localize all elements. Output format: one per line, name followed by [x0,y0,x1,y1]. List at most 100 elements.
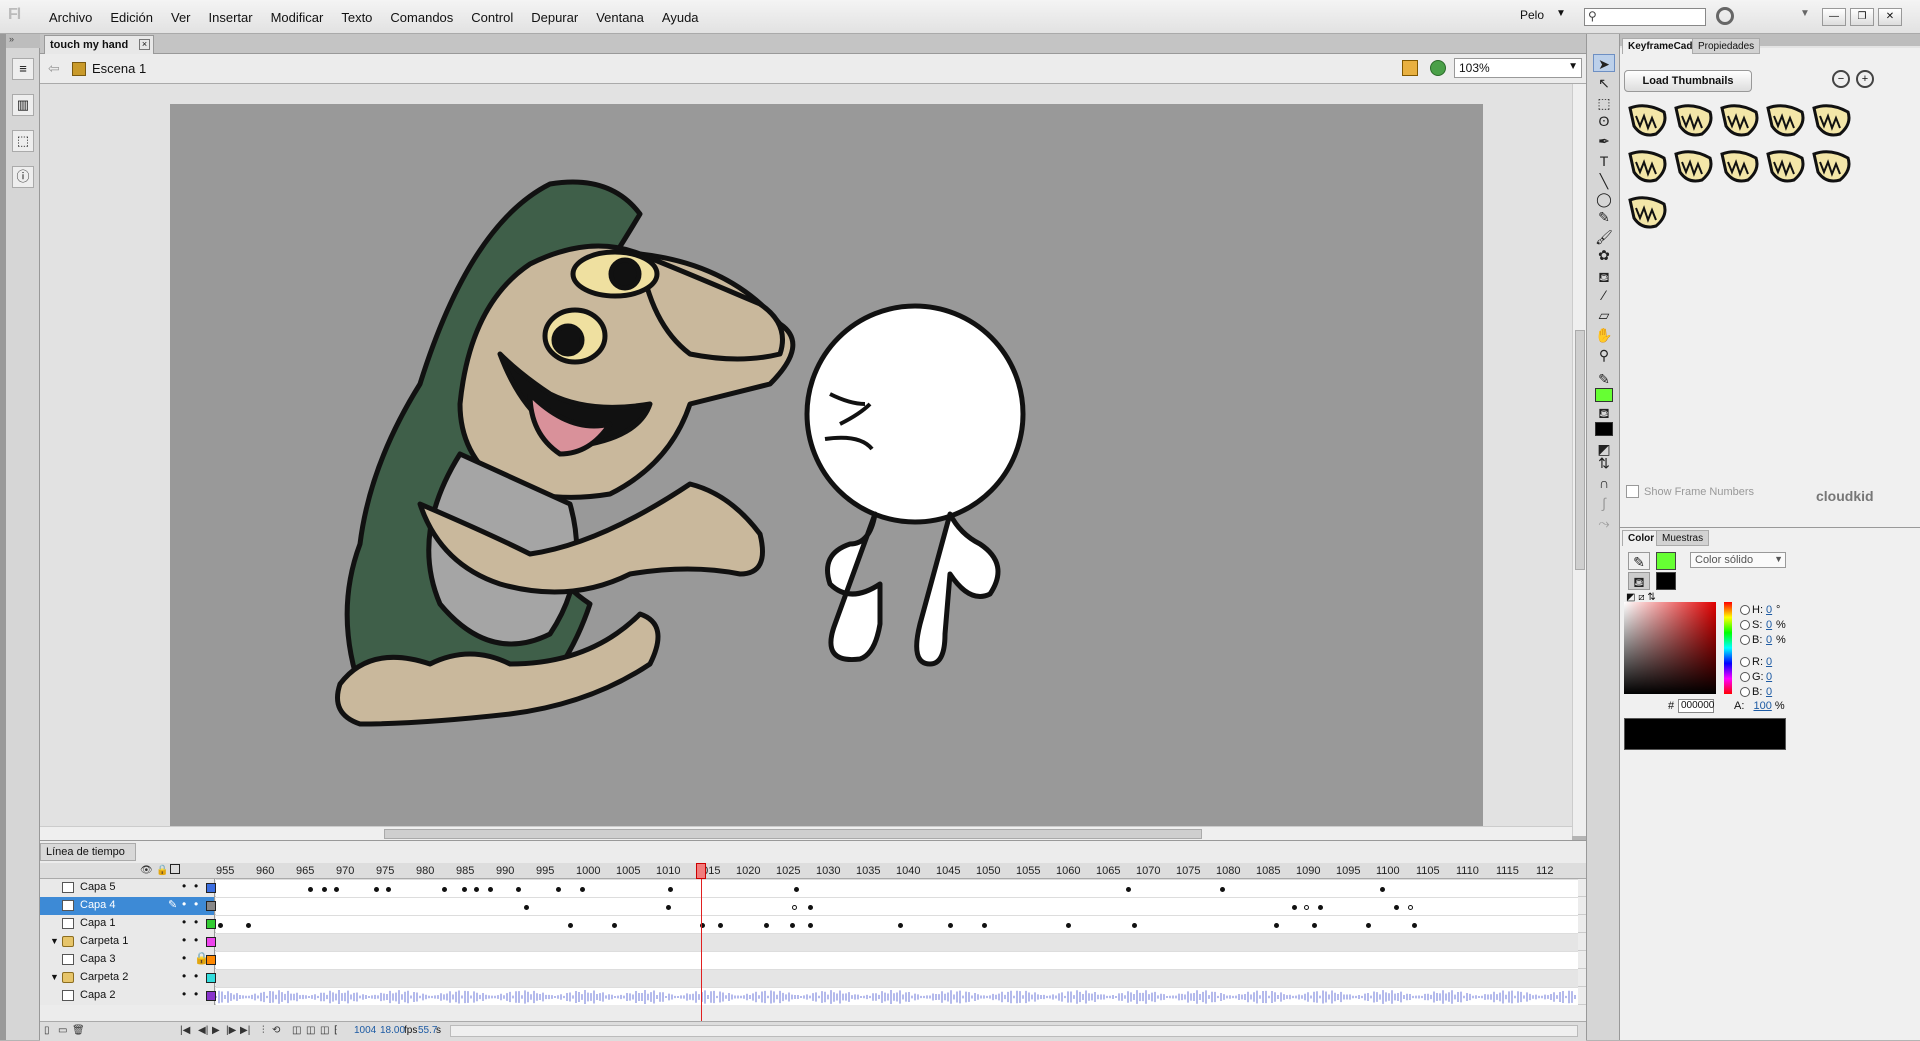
layer-frames[interactable] [216,897,1578,915]
mouth-thumbnail[interactable] [1626,144,1670,188]
load-thumbnails-button[interactable]: Load Thumbnails [1624,70,1752,92]
center-frame-icon[interactable]: ⫶ [262,1025,265,1036]
keyframe[interactable] [1412,923,1417,928]
layer-name[interactable]: Capa 4 [80,899,115,911]
scroll-thumb[interactable] [384,829,1202,839]
maximize-button[interactable]: ❐ [1850,8,1874,26]
stroke-swatch[interactable] [1656,552,1676,570]
hex-input[interactable]: 000000 [1678,699,1714,713]
layer-color-swatch[interactable] [206,973,216,983]
keyframe[interactable] [524,905,529,910]
minimize-button[interactable]: — [1822,8,1846,26]
zoom-tool-icon[interactable]: ⚲ [1593,346,1615,364]
layer-name-cell[interactable]: Capa 2 • • [40,987,216,1005]
layer-row[interactable]: Capa 2 • • [40,987,1586,1005]
layer-name-cell[interactable]: ▼ Carpeta 2 • • [40,969,216,987]
layer-color-swatch[interactable] [206,937,216,947]
layer-frames[interactable] [216,987,1578,1005]
keyframe[interactable] [516,887,521,892]
alpha-row[interactable]: A: 100 % [1734,700,1785,712]
layer-row[interactable]: Capa 1 • • [40,915,1586,933]
stage-vertical-scrollbar[interactable] [1572,84,1586,836]
layer-name[interactable]: Capa 5 [80,881,115,893]
fill-color-swatch[interactable] [1595,422,1613,436]
menu-2[interactable]: Ver [162,10,200,25]
lock-dot-icon[interactable]: • [194,987,198,1001]
line-tool-icon[interactable]: ╲ [1593,172,1615,190]
layer-row[interactable]: ▼ Carpeta 2 • • [40,969,1586,987]
fill-bucket-icon[interactable]: ⛾ [1628,572,1650,590]
keyframe[interactable] [666,905,671,910]
menu-6[interactable]: Comandos [381,10,462,25]
layer-frames[interactable] [216,915,1578,933]
layer-row[interactable]: Capa 4 ✎ • • [40,897,1586,915]
keyframe[interactable] [790,923,795,928]
layer-color-swatch[interactable] [206,883,216,893]
layer-color-swatch[interactable] [206,955,216,965]
outline-icon[interactable] [170,864,180,874]
green-radio[interactable] [1740,672,1750,682]
eraser-tool-icon[interactable]: ▱ [1593,306,1615,324]
library-icon[interactable]: ▥ [12,94,34,116]
tab-propiedades[interactable]: Propiedades [1692,38,1761,54]
layer-name[interactable]: Capa 1 [80,917,115,929]
keyframe[interactable] [488,887,493,892]
keyframe[interactable] [462,887,467,892]
stage-horizontal-scrollbar[interactable] [40,826,1572,840]
new-folder-icon[interactable]: ▭ [58,1025,67,1036]
info-icon[interactable]: ⓘ [12,166,34,188]
keyframe[interactable] [474,887,479,892]
keyframe[interactable] [442,887,447,892]
keyframe[interactable] [1408,905,1413,910]
lock-dot-icon[interactable]: • [194,933,198,947]
subselection-tool-icon[interactable]: ↖ [1593,74,1615,92]
keyframe[interactable] [1126,887,1131,892]
stroke-color-swatch[interactable] [1595,388,1613,402]
mouth-thumbnail[interactable] [1626,190,1670,234]
menu-7[interactable]: Control [462,10,522,25]
alpha-value[interactable]: 100 [1753,700,1771,712]
snap-magnet-icon[interactable]: ∩ [1593,474,1615,492]
workspace-selector[interactable]: Pelo [1520,8,1544,22]
deco-tool-icon[interactable]: ✿ [1593,246,1615,264]
chevron-down-icon[interactable]: ▼ [1556,8,1566,19]
lock-dot-icon[interactable]: • [194,897,198,911]
step-back-icon[interactable]: ◀| [198,1025,208,1036]
menu-9[interactable]: Ventana [587,10,653,25]
first-frame-icon[interactable]: |◀ [180,1025,190,1036]
align-icon[interactable]: ≡ [12,58,34,80]
back-arrow-icon[interactable]: ⇦ [48,60,60,77]
layer-name[interactable]: Capa 3 [80,953,115,965]
blue-radio[interactable] [1740,687,1750,697]
timeline-horizontal-scrollbar[interactable] [450,1025,1578,1037]
layer-name-cell[interactable]: Capa 1 • • [40,915,216,933]
expand-triangle-icon[interactable]: ▼ [50,936,59,946]
tab-color[interactable]: Color [1622,530,1661,546]
layer-name-cell[interactable]: ▼ Carpeta 1 • • [40,933,216,951]
straighten-icon[interactable]: ⤳ [1593,514,1615,532]
layer-name-cell[interactable]: Capa 4 ✎ • • [40,897,216,915]
layer-name[interactable]: Carpeta 1 [80,935,128,947]
layer-row[interactable]: Capa 5 • • [40,879,1586,897]
mouth-thumbnail[interactable] [1764,144,1808,188]
mouth-thumbnail[interactable] [1718,144,1762,188]
close-icon[interactable]: × [139,39,150,50]
current-frame[interactable]: 1004 [354,1025,376,1036]
menu-8[interactable]: Depurar [522,10,587,25]
mouth-thumbnail[interactable] [1672,98,1716,142]
stage-artwork[interactable] [170,104,1483,827]
onion-markers-icon[interactable]: ⁅ [334,1025,338,1036]
saturation-radio[interactable] [1740,620,1750,630]
hue-value[interactable]: 0 [1766,604,1772,616]
new-layer-icon[interactable]: ▯ [44,1025,50,1036]
last-frame-icon[interactable]: ▶| [240,1025,250,1036]
chevron-down-icon[interactable]: ▼ [1800,8,1810,19]
layer-name[interactable]: Carpeta 2 [80,971,128,983]
keyframe[interactable] [808,923,813,928]
layer-row[interactable]: ▼ Carpeta 1 • • [40,933,1586,951]
zoom-out-icon[interactable]: − [1832,70,1850,88]
menu-10[interactable]: Ayuda [653,10,708,25]
menu-0[interactable]: Archivo [40,10,101,25]
keyframe[interactable] [1274,923,1279,928]
layer-color-swatch[interactable] [206,919,216,929]
